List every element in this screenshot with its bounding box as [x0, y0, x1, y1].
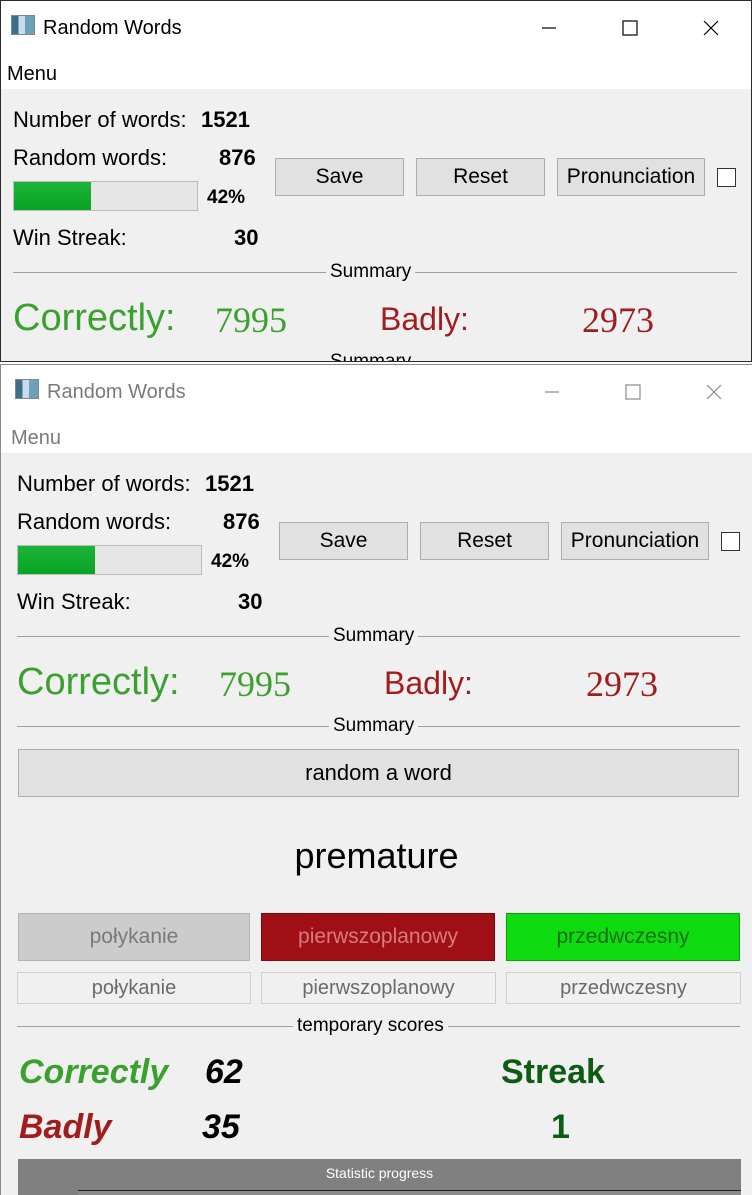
- temporary-scores-label: temporary scores: [293, 1015, 448, 1037]
- current-word: premature: [294, 835, 459, 876]
- streak-value: 1: [551, 1108, 570, 1146]
- maximize-button[interactable]: [613, 375, 653, 409]
- close-button[interactable]: [691, 11, 731, 45]
- main-content: Number of words: 1521 Random words: 876 …: [1, 453, 752, 1195]
- close-icon: [706, 384, 722, 400]
- previous-answer-1: połykanie: [17, 972, 251, 1004]
- pronunciation-button[interactable]: Pronunciation: [557, 158, 705, 196]
- menu-item[interactable]: Menu: [7, 63, 57, 86]
- pronunciation-checkbox[interactable]: [717, 168, 736, 187]
- answer-button-1[interactable]: połykanie: [18, 913, 250, 961]
- save-button[interactable]: Save: [275, 158, 404, 196]
- summary-label-2: Summary: [326, 351, 416, 361]
- progress-percent: 42%: [211, 551, 250, 572]
- random-words-value: 876: [223, 509, 260, 534]
- summary-label-2: Summary: [329, 715, 419, 737]
- app-window-icon: [11, 15, 35, 35]
- number-of-words-value: 1521: [205, 471, 254, 496]
- close-button[interactable]: [694, 375, 734, 409]
- random-word-button[interactable]: random a word: [18, 749, 739, 797]
- badly-value: 2973: [586, 664, 658, 704]
- title-bar[interactable]: Random Words: [1, 1, 751, 55]
- correctly-label: Correctly:: [13, 297, 176, 339]
- correctly-label: Correctly:: [17, 661, 180, 703]
- menu-item[interactable]: Menu: [11, 427, 61, 450]
- window-front: Random Words Menu Number of words: 1521 …: [0, 364, 752, 1195]
- progress-fill: [14, 182, 91, 210]
- minimize-button[interactable]: [532, 375, 572, 409]
- maximize-icon: [622, 20, 638, 36]
- number-of-words-label: Number of words:: [13, 107, 187, 132]
- random-words-label: Random words:: [13, 145, 168, 170]
- maximize-button[interactable]: [610, 11, 650, 45]
- badly-label: Badly:: [380, 301, 469, 337]
- badly-value: 2973: [582, 300, 654, 340]
- menu-bar: Menu: [1, 55, 751, 89]
- menu-bar: Menu: [1, 419, 752, 453]
- temp-correctly-label: Correctly: [19, 1053, 169, 1091]
- badly-label: Badly:: [384, 665, 473, 701]
- progress-bar: [17, 545, 202, 575]
- pronunciation-button[interactable]: Pronunciation: [561, 522, 709, 560]
- pronunciation-checkbox[interactable]: [721, 532, 740, 551]
- temp-correctly-value: 62: [205, 1053, 243, 1091]
- random-words-label: Random words:: [17, 509, 172, 534]
- statistic-progress-panel: Statistic progress: [18, 1159, 741, 1195]
- progress-bar: [13, 181, 198, 211]
- temp-badly-label: Badly: [19, 1108, 112, 1146]
- correctly-value: 7995: [219, 664, 291, 704]
- statistic-progress-label: Statistic progress: [325, 1165, 434, 1181]
- minimize-button[interactable]: [529, 11, 569, 45]
- window-title: Random Words: [43, 17, 182, 39]
- maximize-icon: [625, 384, 641, 400]
- previous-answer-3: przedwczesny: [506, 972, 741, 1004]
- streak-label: Streak: [501, 1053, 605, 1091]
- correctly-value: 7995: [215, 300, 287, 340]
- progress-percent: 42%: [207, 187, 246, 208]
- win-streak-value: 30: [238, 589, 263, 614]
- minimize-icon: [542, 27, 556, 29]
- minimize-icon: [545, 391, 559, 393]
- statistic-progress-chart: [78, 1190, 741, 1195]
- window-back: Random Words Menu Number of words: 1521 …: [0, 0, 752, 362]
- window-title: Random Words: [47, 381, 186, 403]
- number-of-words-label: Number of words:: [17, 471, 191, 496]
- win-streak-label: Win Streak:: [17, 589, 131, 614]
- reset-button[interactable]: Reset: [416, 158, 545, 196]
- app-window-icon: [15, 379, 39, 399]
- save-button[interactable]: Save: [279, 522, 408, 560]
- win-streak-value: 30: [234, 225, 259, 250]
- temp-badly-value: 35: [202, 1108, 240, 1146]
- previous-answer-2: pierwszoplanowy: [261, 972, 496, 1004]
- title-bar[interactable]: Random Words: [1, 365, 752, 419]
- number-of-words-value: 1521: [201, 107, 250, 132]
- win-streak-label: Win Streak:: [13, 225, 127, 250]
- reset-button[interactable]: Reset: [420, 522, 549, 560]
- main-content: Number of words: 1521 Random words: 876 …: [1, 89, 751, 361]
- answer-button-3[interactable]: przedwczesny: [506, 913, 740, 961]
- summary-label: Summary: [326, 261, 416, 283]
- answer-button-2[interactable]: pierwszoplanowy: [261, 913, 495, 961]
- close-icon: [703, 20, 719, 36]
- random-words-value: 876: [219, 145, 256, 170]
- progress-fill: [18, 546, 95, 574]
- summary-label: Summary: [329, 625, 419, 647]
